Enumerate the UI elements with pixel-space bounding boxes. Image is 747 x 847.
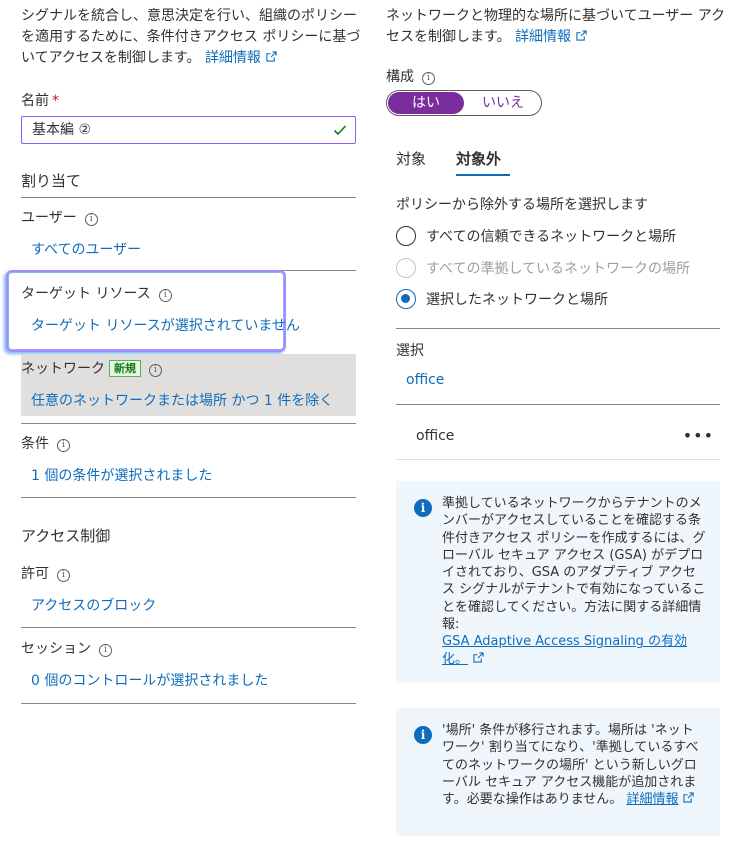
required-indicator: * (52, 93, 59, 109)
divider (21, 703, 356, 704)
tab-include[interactable]: 対象 (396, 148, 426, 169)
network-value-link[interactable]: 任意のネットワークまたは場所 かつ 1 件を除く (31, 390, 333, 410)
divider (21, 197, 356, 198)
external-link-icon (266, 51, 277, 62)
target-resource-link[interactable]: ターゲット リソースが選択されていません (31, 315, 300, 335)
info-icon[interactable]: i (422, 72, 435, 85)
gsa-enable-link[interactable]: GSA Adaptive Access Signaling の有効化。 (442, 634, 687, 666)
location-name: office (416, 428, 455, 444)
radio-selected-networks[interactable]: 選択したネットワークと場所 (396, 289, 608, 309)
network-label: ネットワーク 新規 i (21, 358, 162, 378)
select-label: 選択 (396, 343, 424, 359)
select-office-link[interactable]: office (406, 372, 444, 388)
radio-trusted-networks[interactable]: すべての信頼できるネットワークと場所 (396, 226, 676, 246)
learn-more-link[interactable]: 詳細情報 (205, 50, 277, 66)
info-icon[interactable]: i (57, 439, 70, 452)
name-label: 名前 * (21, 93, 59, 109)
new-badge: 新規 (109, 360, 141, 377)
divider (21, 423, 356, 424)
info-icon[interactable]: i (149, 364, 162, 377)
location-migration-message: i '場所' 条件が移行されます。場所は 'ネットワーク' 割り当てになり、'準… (396, 708, 720, 836)
info-icon[interactable]: i (99, 644, 112, 657)
policy-name-input[interactable]: 基本編 ② (21, 116, 356, 144)
selected-location-row: office ••• (396, 420, 720, 460)
target-resource-label: ターゲット リソース i (21, 283, 172, 303)
external-link-icon (683, 792, 695, 803)
users-value-link[interactable]: すべてのユーザー (31, 239, 141, 259)
external-link-icon (473, 652, 484, 663)
exclude-prompt: ポリシーから除外する場所を選択します (396, 197, 648, 213)
radio-button[interactable] (396, 289, 416, 309)
divider (396, 328, 720, 329)
divider (21, 497, 356, 498)
learn-more-link[interactable]: 詳細情報 (626, 792, 695, 807)
configure-toggle[interactable]: はい いいえ (386, 90, 542, 116)
access-control-heading: アクセス制御 (21, 527, 111, 545)
info-filled-icon: i (414, 499, 432, 517)
divider (21, 627, 356, 628)
checkmark-icon (333, 125, 347, 136)
conditions-value-link[interactable]: 1 個の条件が選択されました (31, 465, 212, 485)
more-icon[interactable]: ••• (683, 426, 714, 445)
users-label: ユーザー i (21, 207, 98, 227)
session-label: セッション i (21, 638, 112, 658)
info-icon[interactable]: i (158, 289, 172, 302)
radio-button (396, 258, 416, 278)
toggle-yes[interactable]: はい (388, 92, 464, 114)
tab-exclude[interactable]: 対象外 (456, 148, 501, 169)
policy-intro: シグナルを統合し、意思決定を行い、組織のポリシーを適用するために、条件付きアクセ… (21, 8, 361, 66)
radio-compliant-networks: すべての準拠しているネットワークの場所 (396, 258, 690, 278)
external-link-icon (576, 30, 587, 41)
tab-exclude-underline (456, 174, 510, 176)
info-icon[interactable]: i (57, 569, 70, 582)
configure-label: 構成 i (386, 66, 435, 86)
divider (396, 404, 720, 405)
radio-button[interactable] (396, 226, 416, 246)
conditions-label: 条件 i (21, 433, 70, 453)
info-icon[interactable]: i (84, 213, 98, 226)
session-value-link[interactable]: 0 個のコントロールが選択されました (31, 670, 268, 690)
toggle-no[interactable]: いいえ (467, 92, 539, 114)
network-intro: ネットワークと物理的な場所に基づいてユーザー アクセスを制御します。 詳細情報 (386, 8, 726, 45)
learn-more-link[interactable]: 詳細情報 (515, 29, 587, 45)
grant-value-link[interactable]: アクセスのブロック (31, 595, 156, 615)
gsa-info-message: i 準拠しているネットワークからテナントのメンバーがアクセスしていることを確認す… (396, 481, 720, 683)
assignments-heading: 割り当て (21, 172, 82, 190)
grant-label: 許可 i (21, 563, 70, 583)
info-filled-icon: i (414, 726, 432, 744)
